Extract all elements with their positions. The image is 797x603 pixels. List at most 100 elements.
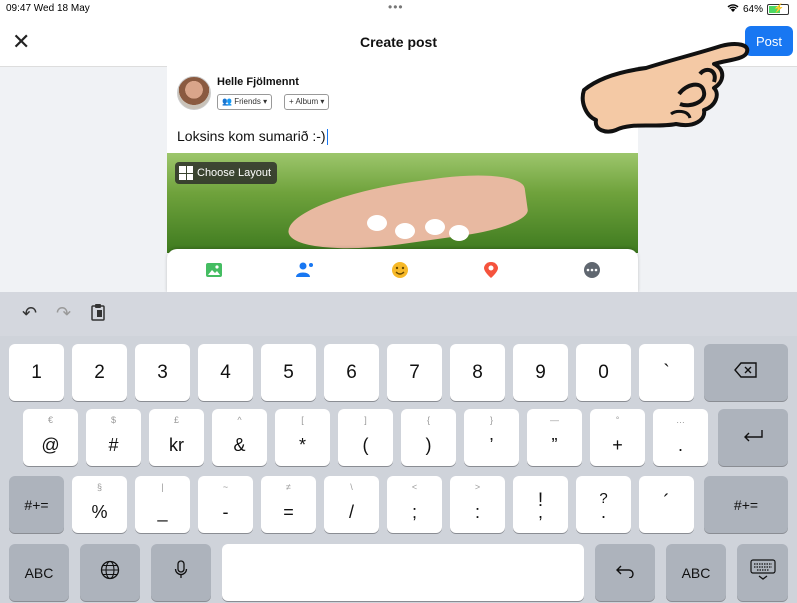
friends-icon: 👥 — [222, 97, 232, 106]
key[interactable]: ` — [639, 344, 694, 401]
key-label: + — [612, 435, 623, 455]
photo-flower — [367, 215, 387, 231]
audience-label: Friends ▾ — [234, 97, 268, 106]
key[interactable]: 0 — [576, 344, 631, 401]
attached-photo[interactable]: Choose Layout — [167, 153, 638, 253]
key[interactable]: !, — [513, 476, 568, 533]
photo-hands — [283, 166, 531, 253]
key-label: ; — [411, 502, 417, 522]
key-label: * — [298, 435, 306, 455]
key[interactable]: {) — [401, 409, 456, 466]
globe-key[interactable] — [80, 544, 140, 601]
photo-flower — [449, 225, 469, 241]
key[interactable]: }’ — [464, 409, 519, 466]
more-options-icon[interactable] — [583, 261, 601, 279]
delete-key[interactable] — [704, 344, 788, 401]
battery-icon: ⚡ — [767, 3, 789, 15]
post-text-input[interactable]: Loksins kom sumarið :-) — [177, 128, 328, 146]
key[interactable]: 6 — [324, 344, 379, 401]
key-label: . — [677, 435, 683, 455]
key[interactable]: ?. — [576, 476, 631, 533]
wifi-icon — [727, 3, 739, 16]
key-alt-label: ≠ — [286, 482, 291, 492]
key-alt-label: ~ — [222, 482, 229, 492]
key-alt-label: > — [474, 482, 481, 492]
key[interactable]: 2 — [72, 344, 127, 401]
undo-icon[interactable]: ↶ — [22, 303, 37, 324]
album-selector[interactable]: + Album ▾ — [284, 94, 330, 110]
key-label: ) — [425, 435, 432, 455]
key-label: & — [233, 435, 246, 455]
key-label: ABC — [24, 564, 54, 581]
audience-selector[interactable]: 👥 Friends ▾ — [217, 94, 273, 110]
key[interactable]: € @ — [23, 409, 78, 466]
key[interactable]: $ # — [86, 409, 141, 466]
key[interactable]: | _ — [135, 476, 190, 533]
key-alt-label: £ — [173, 415, 179, 425]
globe-icon — [80, 560, 140, 586]
key[interactable]: \ / — [324, 476, 379, 533]
key[interactable]: <; — [387, 476, 442, 533]
post-actions-bar — [167, 249, 638, 293]
key[interactable]: 9 — [513, 344, 568, 401]
tag-people-icon[interactable] — [295, 261, 313, 279]
key[interactable]: 4 — [198, 344, 253, 401]
symbols-key[interactable]: #+= — [9, 476, 64, 533]
key[interactable]: ° + — [590, 409, 645, 466]
key-label: #+= — [733, 496, 759, 513]
key[interactable]: 8 — [450, 344, 505, 401]
status-right: 64% ⚡ — [727, 3, 789, 16]
key[interactable]: —” — [527, 409, 582, 466]
key[interactable]: 7 — [387, 344, 442, 401]
choose-layout-button[interactable]: Choose Layout — [175, 162, 277, 184]
key[interactable]: 1 — [9, 344, 64, 401]
key[interactable]: …. — [653, 409, 708, 466]
pointing-hand-annotation — [580, 42, 750, 134]
key[interactable]: ≠ = — [261, 476, 316, 533]
key-label: . — [600, 502, 606, 522]
keyboard-hide-icon — [737, 558, 788, 587]
key-label: 1 — [31, 361, 42, 383]
multitask-dots[interactable]: ••• — [388, 0, 404, 14]
key-label: ’ — [489, 435, 494, 455]
paste-icon[interactable] — [90, 303, 106, 326]
abc-key[interactable]: ABC — [666, 544, 726, 601]
key-label: : — [474, 502, 480, 522]
key[interactable]: ^ & — [212, 409, 267, 466]
battery-percent: 64% — [742, 4, 763, 15]
key-alt-label: $ — [110, 415, 116, 425]
abc-key[interactable]: ABC — [9, 544, 69, 601]
key-label: / — [348, 502, 354, 522]
key[interactable]: £ kr — [149, 409, 204, 466]
location-icon[interactable] — [483, 261, 501, 279]
key[interactable]: ~ - — [198, 476, 253, 533]
key-alt-label: § — [96, 482, 102, 492]
choose-layout-label: Choose Layout — [197, 167, 271, 179]
key[interactable]: >: — [450, 476, 505, 533]
key-alt-label: \ — [350, 482, 353, 492]
key[interactable]: ]( — [338, 409, 393, 466]
symbols-key[interactable]: #+= — [704, 476, 788, 533]
key[interactable]: 5 — [261, 344, 316, 401]
key[interactable]: §% — [72, 476, 127, 533]
keyboard-toolbar: ↶ ↷ — [0, 292, 797, 336]
return-icon — [718, 427, 788, 449]
key-alt-label: — — [550, 415, 559, 425]
return-key[interactable] — [718, 409, 788, 466]
key-alt-label: ] — [364, 415, 367, 425]
hide-keyboard-key[interactable] — [737, 544, 788, 601]
feeling-icon[interactable] — [391, 261, 409, 279]
redo-icon[interactable]: ↷ — [56, 303, 71, 324]
key-label: kr — [169, 435, 184, 455]
layout-grid-icon — [179, 166, 193, 180]
key[interactable]: 3 — [135, 344, 190, 401]
avatar — [177, 76, 211, 110]
key-alt-label: ^ — [237, 415, 242, 425]
undo-key[interactable] — [595, 544, 655, 601]
key[interactable]: ´ — [639, 476, 694, 533]
dictation-key[interactable] — [151, 544, 211, 601]
space-key[interactable] — [222, 544, 584, 601]
key-label: - — [222, 502, 229, 522]
key[interactable]: [* — [275, 409, 330, 466]
photo-icon[interactable] — [205, 261, 223, 279]
